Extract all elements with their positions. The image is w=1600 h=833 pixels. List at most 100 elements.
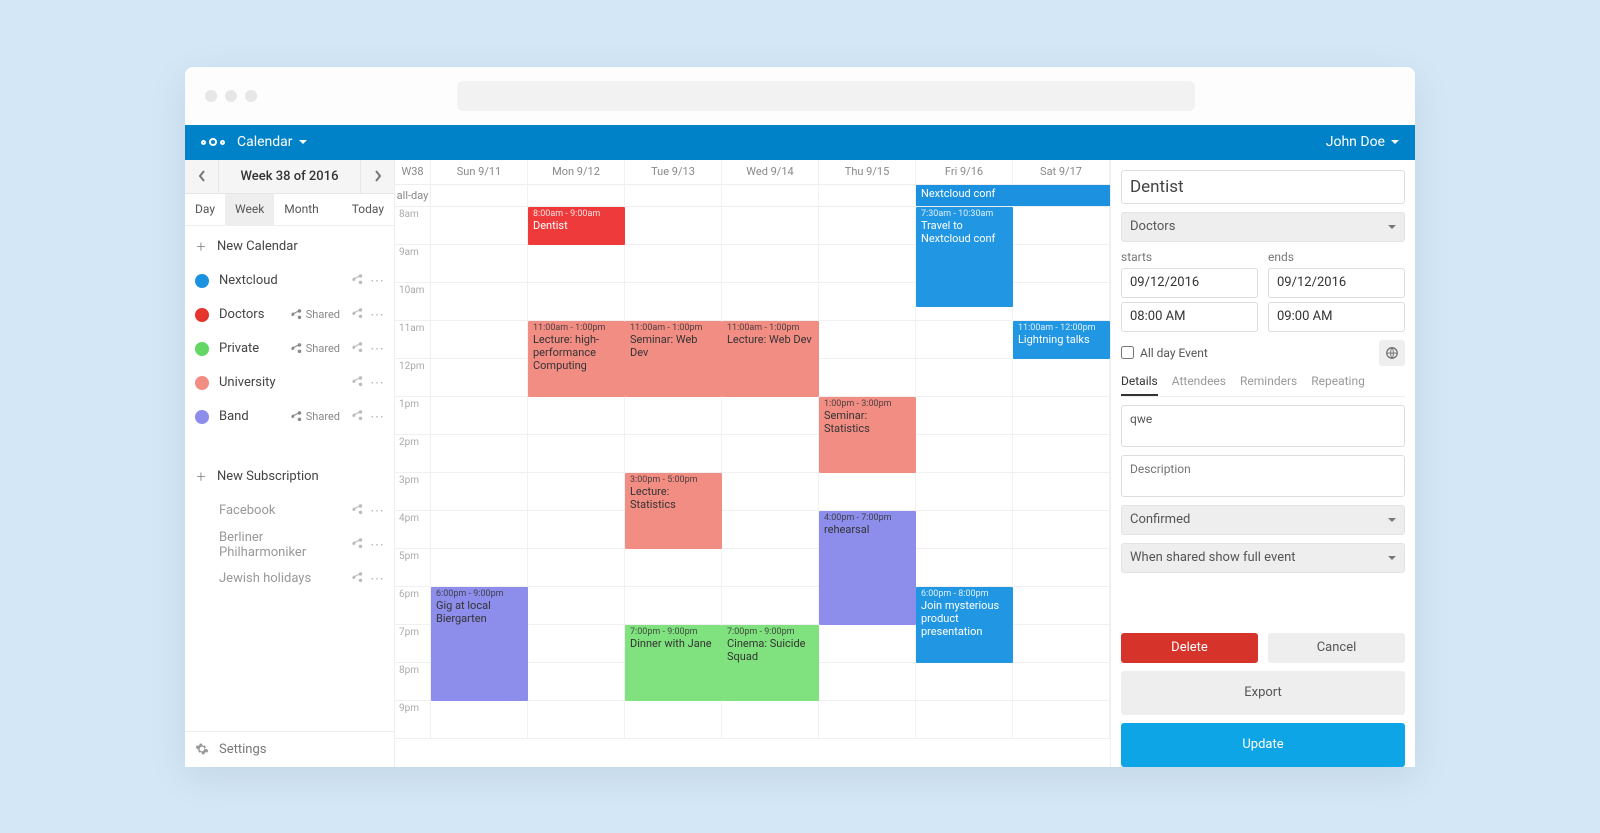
calendar-item[interactable]: Doctors Shared [185, 298, 394, 332]
event-title: Lecture: Web Dev [727, 333, 814, 346]
timezone-button[interactable] [1379, 340, 1405, 366]
share-icon[interactable] [350, 307, 364, 323]
new-subscription-button[interactable]: + New Subscription [185, 460, 394, 494]
app-body: Week 38 of 2016 Day Week Month Today + N… [185, 160, 1415, 767]
calendar-event[interactable]: 6:00pm - 9:00pmGig at local Biergarten [431, 587, 528, 701]
browser-chrome [185, 67, 1415, 125]
day-header: Tue 9/13 [625, 160, 722, 184]
subscription-label: Jewish holidays [219, 571, 340, 586]
new-calendar-button[interactable]: + New Calendar [185, 230, 394, 264]
share-icon[interactable] [350, 273, 364, 289]
more-icon[interactable] [370, 273, 384, 289]
calendar-grid[interactable]: 8am9am10am11am12pm1pm2pm3pm4pm5pm6pm7pm8… [395, 207, 1110, 767]
more-icon[interactable] [370, 571, 384, 587]
calendar-event[interactable]: 11:00am - 1:00pmLecture: high-performanc… [528, 321, 625, 397]
calendar-event[interactable]: 7:00pm - 9:00pmDinner with Jane [625, 625, 722, 701]
calendar-event[interactable]: 6:00pm - 8:00pmJoin mysterious product p… [916, 587, 1013, 663]
view-month-button[interactable]: Month [274, 194, 328, 225]
more-icon[interactable] [370, 375, 384, 391]
calendar-item[interactable]: Private Shared [185, 332, 394, 366]
more-icon[interactable] [370, 409, 384, 425]
subscription-item[interactable]: Facebook [185, 494, 394, 528]
allday-cell[interactable] [528, 185, 625, 206]
prev-week-button[interactable] [185, 160, 219, 193]
calendar-event[interactable]: 11:00am - 12:00pmLightning talks [1013, 321, 1110, 359]
status-select[interactable]: Confirmed [1121, 505, 1405, 535]
more-icon[interactable] [370, 307, 384, 323]
url-bar[interactable] [457, 81, 1195, 111]
event-time: 1:00pm - 3:00pm [824, 399, 911, 409]
allday-event[interactable]: Nextcloud conf [916, 185, 1110, 206]
delete-button[interactable]: Delete [1121, 633, 1258, 663]
calendar-event[interactable]: 4:00pm - 7:00pmrehearsal [819, 511, 916, 625]
export-button[interactable]: Export [1121, 671, 1405, 715]
allday-cell[interactable] [819, 185, 916, 206]
calendar-event[interactable]: 11:00am - 1:00pmLecture: Web Dev [722, 321, 819, 397]
share-icon[interactable] [350, 503, 364, 519]
location-input[interactable]: qwe [1121, 405, 1405, 447]
allday-cell[interactable] [625, 185, 722, 206]
event-title: Travel to Nextcloud conf [921, 219, 1008, 245]
event-title: Cinema: Suicide Squad [727, 637, 814, 663]
calendar-item[interactable]: University [185, 366, 394, 400]
calendar-event[interactable]: 8:00am - 9:00amDentist [528, 207, 625, 245]
event-title: Lecture: high-performance Computing [533, 333, 620, 373]
subscription-label: Facebook [219, 503, 340, 518]
cancel-button[interactable]: Cancel [1268, 633, 1405, 663]
calendar-item[interactable]: Band Shared [185, 400, 394, 434]
hour-label: 7pm [395, 625, 431, 662]
view-week-button[interactable]: Week [225, 194, 274, 225]
end-date-input[interactable] [1268, 268, 1405, 298]
today-button[interactable]: Today [342, 194, 394, 225]
view-day-button[interactable]: Day [185, 194, 225, 225]
calendar-event[interactable]: 1:00pm - 3:00pmSeminar: Statistics [819, 397, 916, 473]
share-icon[interactable] [350, 537, 364, 553]
event-time: 11:00am - 1:00pm [533, 323, 620, 333]
more-icon[interactable] [370, 537, 384, 553]
calendar-event[interactable]: 11:00am - 1:00pmSeminar: Web Dev [625, 321, 722, 397]
share-icon[interactable] [350, 571, 364, 587]
hour-label: 9am [395, 245, 431, 282]
calendar-event[interactable]: 3:00pm - 5:00pmLecture: Statistics [625, 473, 722, 549]
day-header: Fri 9/16 [916, 160, 1013, 184]
event-title: Seminar: Statistics [824, 409, 911, 435]
user-menu[interactable]: John Doe [1326, 134, 1399, 150]
more-icon[interactable] [370, 503, 384, 519]
allday-checkbox[interactable] [1121, 346, 1134, 359]
date-nav-title[interactable]: Week 38 of 2016 [219, 169, 360, 184]
app-picker[interactable]: Calendar [237, 134, 307, 150]
share-icon[interactable] [350, 375, 364, 391]
next-week-button[interactable] [360, 160, 394, 193]
allday-cell[interactable] [431, 185, 528, 206]
event-title-input[interactable] [1121, 170, 1405, 204]
subscription-item[interactable]: Jewish holidays [185, 562, 394, 596]
calendar-item[interactable]: Nextcloud [185, 264, 394, 298]
day-header: Wed 9/14 [722, 160, 819, 184]
subscription-item[interactable]: Berliner Philharmoniker [185, 528, 394, 562]
hour-label: 5pm [395, 549, 431, 586]
start-time-input[interactable] [1121, 302, 1258, 332]
update-button[interactable]: Update [1121, 723, 1405, 767]
event-time: 4:00pm - 7:00pm [824, 513, 911, 523]
more-icon[interactable] [370, 341, 384, 357]
settings-button[interactable]: Settings [185, 731, 394, 767]
start-date-input[interactable] [1121, 268, 1258, 298]
tab-repeating[interactable]: Repeating [1311, 374, 1365, 396]
description-input[interactable] [1121, 455, 1405, 497]
end-time-input[interactable] [1268, 302, 1405, 332]
calendar-event[interactable]: 7:30am - 10:30amTravel to Nextcloud conf [916, 207, 1013, 307]
hour-label: 1pm [395, 397, 431, 434]
tab-reminders[interactable]: Reminders [1240, 374, 1297, 396]
hour-label: 6pm [395, 587, 431, 624]
subscription-list: + New Subscription Facebook Berliner Phil… [185, 456, 394, 600]
chevron-left-icon [198, 170, 206, 182]
visibility-select[interactable]: When shared show full event [1121, 543, 1405, 573]
tab-details[interactable]: Details [1121, 374, 1158, 396]
share-icon[interactable] [350, 341, 364, 357]
tab-attendees[interactable]: Attendees [1172, 374, 1226, 396]
event-calendar-select[interactable]: Doctors [1121, 212, 1405, 242]
event-title: Join mysterious product presentation [921, 599, 1008, 639]
calendar-event[interactable]: 7:00pm - 9:00pmCinema: Suicide Squad [722, 625, 819, 701]
share-icon[interactable] [350, 409, 364, 425]
allday-cell[interactable] [722, 185, 819, 206]
